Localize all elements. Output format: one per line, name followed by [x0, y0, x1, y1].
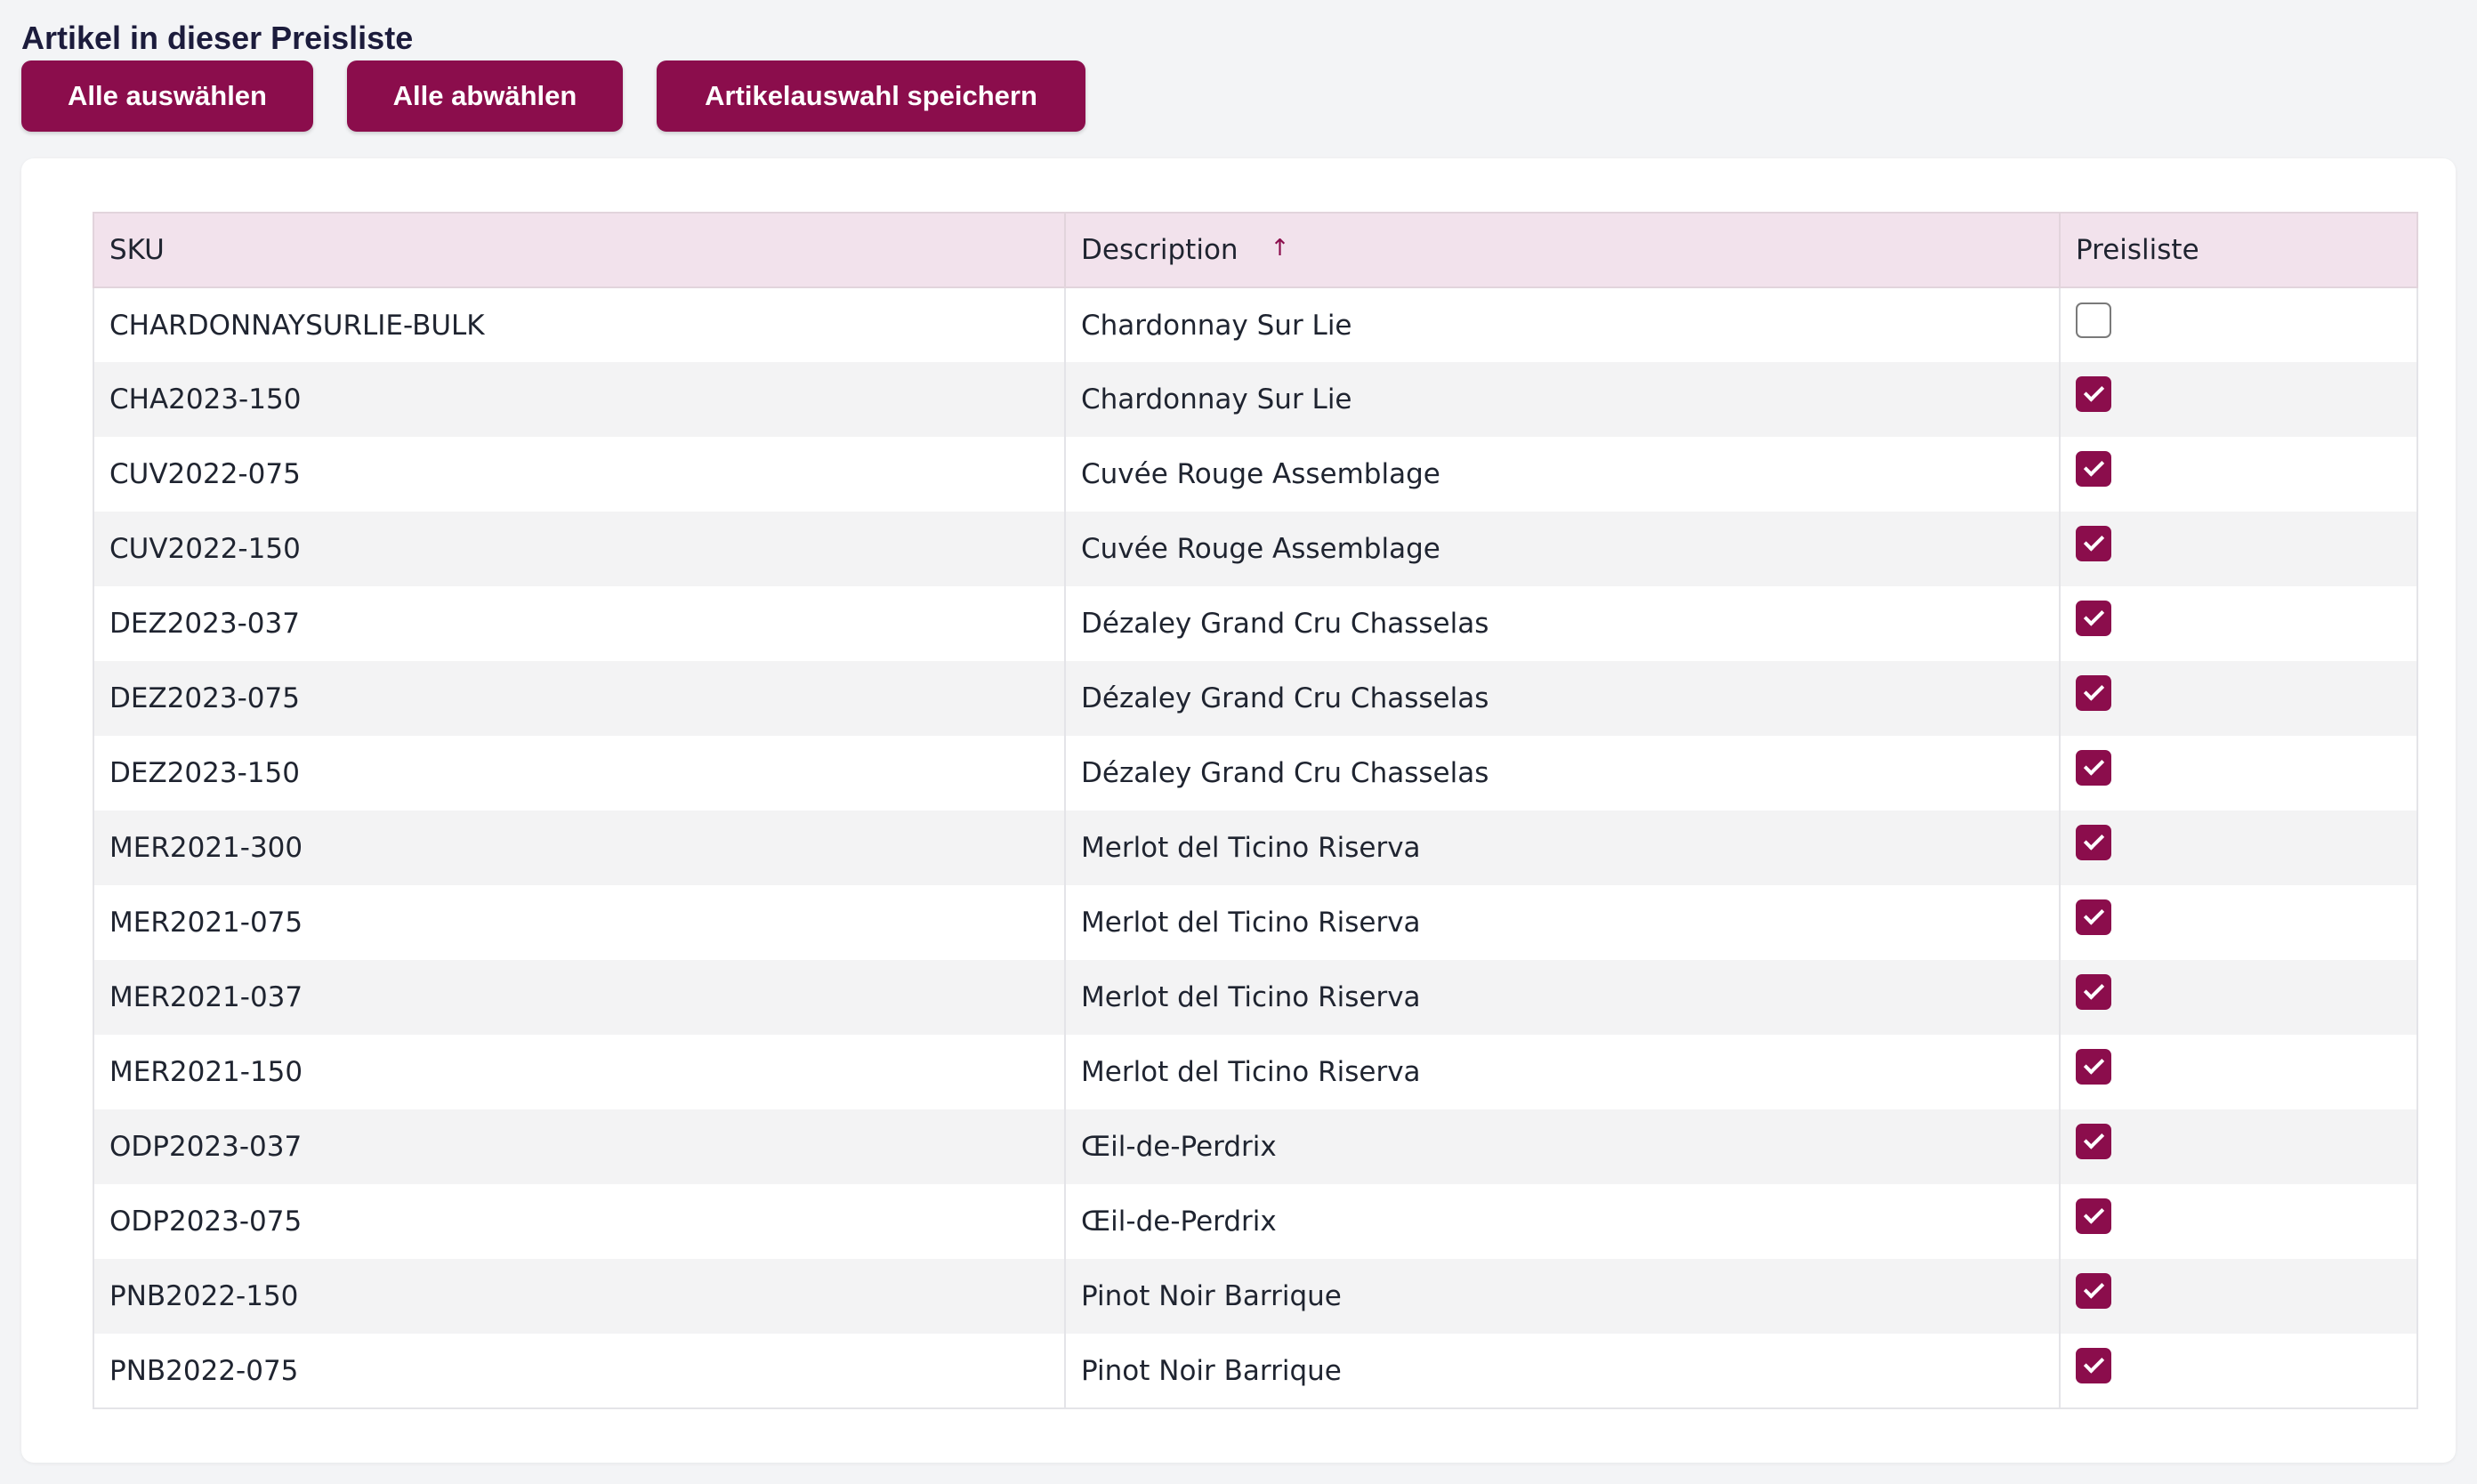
pricelist-cell [2059, 736, 2418, 811]
column-header-description-label: Description [1081, 234, 1238, 266]
description-cell: Œil-de-Perdrix [1064, 1184, 2061, 1259]
table-row: ODP2023-075 Œil-de-Perdrix [93, 1184, 2418, 1259]
table-row: CHA2023-150 Chardonnay Sur Lie [93, 362, 2418, 437]
pricelist-cell [2059, 586, 2418, 661]
pricelist-checkbox[interactable] [2076, 750, 2111, 786]
table-row: PNB2022-150 Pinot Noir Barrique [93, 1259, 2418, 1334]
description-cell: Cuvée Rouge Assemblage [1064, 437, 2061, 512]
pricelist-checkbox[interactable] [2076, 376, 2111, 412]
sku-cell: MER2021-300 [93, 811, 1066, 885]
table-row: DEZ2023-075 Dézaley Grand Cru Chasselas [93, 661, 2418, 736]
table-row: DEZ2023-150 Dézaley Grand Cru Chasselas [93, 736, 2418, 811]
pricelist-cell [2059, 1109, 2418, 1184]
toolbar: Alle auswählen Alle abwählen Artikelausw… [21, 60, 1085, 132]
table-row: DEZ2023-037 Dézaley Grand Cru Chasselas [93, 586, 2418, 661]
description-cell: Pinot Noir Barrique [1064, 1259, 2061, 1334]
table-row: MER2021-037 Merlot del Ticino Riserva [93, 960, 2418, 1035]
sku-cell: DEZ2023-150 [93, 736, 1066, 811]
sku-cell: ODP2023-075 [93, 1184, 1066, 1259]
description-cell: Merlot del Ticino Riserva [1064, 960, 2061, 1035]
sku-cell: CUV2022-150 [93, 512, 1066, 586]
description-cell: Dézaley Grand Cru Chasselas [1064, 736, 2061, 811]
page-title: Artikel in dieser Preisliste [21, 20, 414, 56]
pricelist-checkbox[interactable] [2076, 1049, 2111, 1085]
pricelist-cell [2059, 287, 2418, 362]
sku-cell: ODP2023-037 [93, 1109, 1066, 1184]
table-row: CHARDONNAYSURLIE-BULK Chardonnay Sur Lie [93, 287, 2418, 362]
column-header-sku[interactable]: SKU [93, 212, 1066, 288]
sort-ascending-icon: ↑ [1270, 235, 1290, 262]
pricelist-cell [2059, 1334, 2418, 1409]
pricelist-checkbox[interactable] [2076, 1198, 2111, 1234]
sku-cell: MER2021-150 [93, 1035, 1066, 1109]
pricelist-checkbox[interactable] [2076, 302, 2111, 338]
pricelist-checkbox[interactable] [2076, 899, 2111, 935]
description-cell: Pinot Noir Barrique [1064, 1334, 2061, 1409]
description-cell: Merlot del Ticino Riserva [1064, 1035, 2061, 1109]
pricelist-cell [2059, 1184, 2418, 1259]
sku-cell: CUV2022-075 [93, 437, 1066, 512]
description-cell: Merlot del Ticino Riserva [1064, 885, 2061, 960]
select-all-button[interactable]: Alle auswählen [21, 60, 313, 132]
articles-table: SKU Description ↑ Preisliste CHARDONNAYSU… [93, 212, 2418, 1409]
pricelist-cell [2059, 437, 2418, 512]
pricelist-checkbox[interactable] [2076, 1124, 2111, 1159]
articles-card: SKU Description ↑ Preisliste CHARDONNAYSU… [21, 158, 2456, 1463]
pricelist-cell [2059, 960, 2418, 1035]
pricelist-cell [2059, 811, 2418, 885]
sku-cell: PNB2022-150 [93, 1259, 1066, 1334]
table-row: MER2021-300 Merlot del Ticino Riserva [93, 811, 2418, 885]
table-row: MER2021-150 Merlot del Ticino Riserva [93, 1035, 2418, 1109]
column-header-pricelist-label: Preisliste [2076, 234, 2199, 266]
pricelist-cell [2059, 885, 2418, 960]
pricelist-checkbox[interactable] [2076, 825, 2111, 860]
pricelist-cell [2059, 1035, 2418, 1109]
table-row: PNB2022-075 Pinot Noir Barrique [93, 1334, 2418, 1409]
table-row: CUV2022-075 Cuvée Rouge Assemblage [93, 437, 2418, 512]
pricelist-checkbox[interactable] [2076, 451, 2111, 487]
pricelist-checkbox[interactable] [2076, 974, 2111, 1010]
pricelist-checkbox[interactable] [2076, 1347, 2111, 1383]
description-cell: Œil-de-Perdrix [1064, 1109, 2061, 1184]
table-body: CHARDONNAYSURLIE-BULK Chardonnay Sur Lie C… [93, 287, 2418, 1409]
pricelist-cell [2059, 512, 2418, 586]
description-cell: Dézaley Grand Cru Chasselas [1064, 586, 2061, 661]
description-cell: Chardonnay Sur Lie [1064, 362, 2061, 437]
table-row: CUV2022-150 Cuvée Rouge Assemblage [93, 512, 2418, 586]
pricelist-cell [2059, 1259, 2418, 1334]
sku-cell: PNB2022-075 [93, 1334, 1066, 1409]
description-cell: Merlot del Ticino Riserva [1064, 811, 2061, 885]
description-cell: Dézaley Grand Cru Chasselas [1064, 661, 2061, 736]
description-cell: Cuvée Rouge Assemblage [1064, 512, 2061, 586]
sku-cell: DEZ2023-075 [93, 661, 1066, 736]
sku-cell: MER2021-075 [93, 885, 1066, 960]
table-row: ODP2023-037 Œil-de-Perdrix [93, 1109, 2418, 1184]
table-header-row: SKU Description ↑ Preisliste [93, 212, 2418, 288]
save-selection-button[interactable]: Artikelauswahl speichern [657, 60, 1085, 132]
table-row: MER2021-075 Merlot del Ticino Riserva [93, 885, 2418, 960]
pricelist-cell [2059, 362, 2418, 437]
deselect-all-button[interactable]: Alle abwählen [347, 60, 623, 132]
description-cell: Chardonnay Sur Lie [1064, 287, 2061, 362]
column-header-sku-label: SKU [109, 234, 165, 266]
pricelist-checkbox[interactable] [2076, 526, 2111, 561]
column-header-description[interactable]: Description ↑ [1064, 212, 2061, 288]
pricelist-checkbox[interactable] [2076, 1273, 2111, 1309]
column-header-pricelist[interactable]: Preisliste [2059, 212, 2418, 288]
sku-cell: CHA2023-150 [93, 362, 1066, 437]
sku-cell: CHARDONNAYSURLIE-BULK [93, 287, 1066, 362]
sku-cell: MER2021-037 [93, 960, 1066, 1035]
sku-cell: DEZ2023-037 [93, 586, 1066, 661]
pricelist-cell [2059, 661, 2418, 736]
pricelist-checkbox[interactable] [2076, 601, 2111, 636]
pricelist-checkbox[interactable] [2076, 675, 2111, 711]
